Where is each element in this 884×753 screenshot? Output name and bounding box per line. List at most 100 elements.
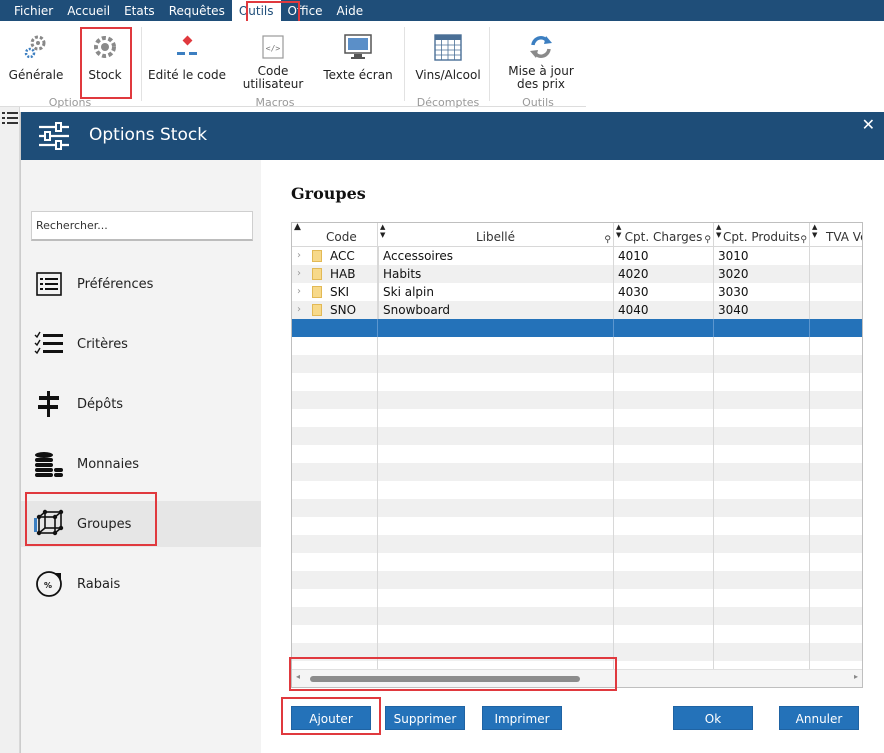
column-header-cpt-charges[interactable]: ▲ ▼ Cpt. Charges ⚲ (614, 223, 714, 247)
column-header-code[interactable]: ▲ Code (292, 223, 378, 247)
table-row[interactable]: › HAB Habits 4020 3020 (292, 265, 862, 283)
ajouter-button[interactable]: Ajouter (291, 706, 371, 730)
cell-charges: 4020 (614, 265, 714, 283)
svg-text:%: % (44, 581, 52, 590)
discount-tag-icon: % (33, 568, 65, 600)
list-view-icon[interactable] (2, 111, 18, 128)
left-strip (0, 107, 20, 753)
folder-icon (312, 304, 322, 316)
cell-charges: 4040 (614, 301, 714, 319)
texte-ecran-button[interactable]: Texte écran (318, 21, 398, 93)
column-divider (377, 337, 378, 669)
table-row[interactable]: › SKI Ski alpin 4030 3030 (292, 283, 862, 301)
annuler-button[interactable]: Annuler (779, 706, 859, 730)
new-row-selected[interactable] (292, 319, 862, 337)
nav-item-groupes[interactable]: Groupes (21, 501, 261, 547)
folder-icon (312, 286, 322, 298)
menu-outils[interactable]: Outils (231, 0, 281, 21)
stock-button[interactable]: Stock (80, 21, 130, 93)
cell-produits: 3040 (714, 301, 810, 319)
search-input[interactable]: Rechercher... (31, 211, 253, 241)
menu-accueil[interactable]: Accueil (60, 0, 117, 21)
chevron-right-icon[interactable]: › (297, 301, 301, 319)
cell-produits: 3030 (714, 283, 810, 301)
menu-office[interactable]: Office (281, 0, 330, 21)
nav-item-rabais[interactable]: % Rabais (21, 561, 261, 607)
texte-ecran-label: Texte écran (323, 68, 393, 82)
menu-bar: Fichier Accueil Etats Requêtes Outils Of… (0, 0, 884, 21)
settings-sliders-icon (37, 120, 71, 155)
nav-label: Monnaies (77, 456, 139, 472)
nav-item-preferences[interactable]: Préférences (21, 261, 261, 307)
preferences-list-icon (33, 268, 65, 300)
code-utilisateur-label-2: utilisateur (242, 77, 304, 91)
code-utilisateur-button[interactable]: </> Code utilisateur (238, 21, 308, 93)
group-cube-icon (33, 508, 65, 540)
folder-icon (312, 268, 322, 280)
key-icon: ⚲ (604, 235, 611, 245)
chevron-right-icon[interactable]: › (297, 283, 301, 301)
key-icon: ⚲ (704, 235, 711, 245)
nav-item-depots[interactable]: Dépôts (21, 381, 261, 427)
cell-code: HAB (326, 265, 378, 283)
cell-libelle: Snowboard (378, 301, 614, 319)
cell-code: ACC (326, 247, 378, 265)
gears-icon (20, 31, 52, 63)
imprimer-button[interactable]: Imprimer (482, 706, 562, 730)
cell-libelle: Habits (378, 265, 614, 283)
key-icon: ⚲ (800, 235, 807, 245)
close-icon[interactable]: ✕ (862, 115, 875, 134)
scroll-left-icon[interactable]: ◂ (296, 672, 300, 681)
column-divider (713, 337, 714, 669)
nav-label: Groupes (77, 516, 132, 532)
cell-charges: 4030 (614, 283, 714, 301)
nav-label: Préférences (77, 276, 154, 292)
ribbon-group-options: Options (48, 96, 92, 109)
vins-alcool-label: Vins/Alcool (415, 68, 481, 82)
cell-empty (614, 319, 714, 337)
column-label: Cpt. Produits (723, 230, 800, 244)
table-row[interactable]: › SNO Snowboard 4040 3040 (292, 301, 862, 319)
nav-item-monnaies[interactable]: Monnaies (21, 441, 261, 487)
edite-code-label: Edité le code (148, 68, 226, 82)
column-divider (613, 337, 614, 669)
supprimer-button[interactable]: Supprimer (385, 706, 465, 730)
nav-label: Rabais (77, 576, 121, 592)
ribbon-separator (489, 27, 490, 101)
options-sidebar: Rechercher... Préférences Critères Dépôt… (21, 160, 261, 753)
monitor-icon (342, 31, 374, 63)
dialog-header: Options Stock ✕ (21, 112, 884, 160)
cell-code: SNO (326, 301, 378, 319)
signpost-icon (33, 388, 65, 420)
vins-alcool-button[interactable]: Vins/Alcool (410, 21, 486, 93)
horizontal-scrollbar[interactable]: ◂ ▸ (292, 669, 862, 687)
groupes-grid[interactable]: ▲ Code ▲ ▼ Libellé ⚲ ▲ ▼ Cpt. Charges ⚲ ▲ ▼… (291, 222, 863, 688)
column-header-cpt-produits[interactable]: ▲ ▼ Cpt. Produits ⚲ (714, 223, 810, 247)
menu-fichier[interactable]: Fichier (7, 0, 60, 21)
edite-code-button[interactable]: Edité le code (146, 21, 228, 93)
table-row[interactable]: › ACC Accessoires 4010 3010 (292, 247, 862, 265)
menu-etats[interactable]: Etats (117, 0, 162, 21)
cell-produits: 3010 (714, 247, 810, 265)
menu-requetes[interactable]: Requêtes (162, 0, 232, 21)
mise-a-jour-label-2: des prix (516, 77, 566, 91)
ribbon-separator (141, 27, 142, 101)
ok-button[interactable]: Ok (673, 706, 753, 730)
sort-asc-icon: ▲ (294, 222, 301, 232)
column-header-libelle[interactable]: ▲ ▼ Libellé ⚲ (378, 223, 614, 247)
menu-aide[interactable]: Aide (330, 0, 371, 21)
chevron-right-icon[interactable]: › (297, 265, 301, 283)
cell-charges: 4010 (614, 247, 714, 265)
cell-produits: 3020 (714, 265, 810, 283)
column-label: Cpt. Charges (624, 230, 703, 244)
scroll-right-icon[interactable]: ▸ (854, 672, 858, 681)
scroll-thumb[interactable] (310, 676, 580, 682)
section-title: Groupes (291, 184, 366, 203)
column-label: TVA Ve (826, 230, 862, 244)
column-header-tva[interactable]: ▲▼ TVA Ve (810, 223, 862, 247)
code-file-icon: </> (257, 31, 289, 63)
chevron-right-icon[interactable]: › (297, 247, 301, 265)
nav-item-criteres[interactable]: Critères (21, 321, 261, 367)
generale-button[interactable]: Générale (6, 21, 66, 93)
mise-a-jour-prix-button[interactable]: Mise à jour des prix (500, 21, 582, 93)
